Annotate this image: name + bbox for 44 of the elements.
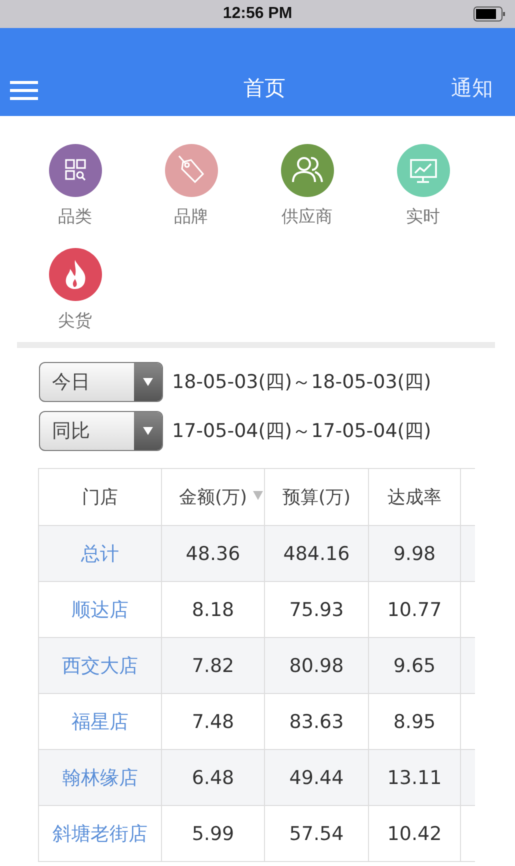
table-cell: 6.48 — [162, 750, 264, 806]
shortcut-button[interactable]: 实时 — [365, 144, 481, 228]
column-header[interactable]: 门店 — [38, 468, 162, 526]
table-cell: 9.65 — [368, 638, 460, 694]
menu-icon[interactable] — [10, 80, 38, 102]
table-cell: 48.36 — [162, 526, 264, 582]
shortcut-button[interactable]: 品牌 — [133, 144, 249, 228]
table-cell: 10.42 — [368, 806, 460, 862]
table-cell: 83.63 — [264, 694, 368, 750]
table-cell: 484.16 — [264, 526, 368, 582]
table-cell: 57.54 — [264, 806, 368, 862]
status-time: 12:56 PM — [222, 5, 292, 23]
column-header[interactable]: 金额(万) — [162, 468, 264, 526]
store-link[interactable]: 顺达店 — [38, 582, 162, 638]
caret-icon — [143, 378, 153, 386]
table-cell: 7.82 — [162, 638, 264, 694]
table-cell: 8.18 — [162, 582, 264, 638]
table-cell: 80.98 — [264, 638, 368, 694]
table-cell: 5.99 — [162, 806, 264, 862]
date-range: 17-05-04(四)～17-05-04(四) — [172, 419, 432, 444]
page-title: 首页 — [244, 75, 286, 102]
date-range: 18-05-03(四)～18-05-03(四) — [172, 370, 432, 395]
table-cell: 10.77 — [368, 582, 460, 638]
table-cell: 13.11 — [368, 750, 460, 806]
store-link[interactable]: 翰林缘店 — [38, 750, 162, 806]
shortcut-button[interactable]: 品类 — [17, 144, 133, 228]
notification-button[interactable]: 通知 — [451, 74, 493, 102]
period-dropdown[interactable]: 今日 — [39, 362, 163, 402]
column-header[interactable]: 达成率 — [368, 468, 460, 526]
table-cell: 9.98 — [368, 526, 460, 582]
store-link[interactable]: 福星店 — [38, 694, 162, 750]
store-link[interactable]: 斜塘老街店 — [38, 806, 162, 862]
battery-icon — [473, 6, 507, 22]
store-link[interactable]: 总计 — [38, 526, 162, 582]
column-header[interactable]: 预算(万) — [264, 468, 368, 526]
caret-icon — [143, 427, 153, 435]
table-cell: 8.95 — [368, 694, 460, 750]
shortcut-button[interactable]: 尖货 — [17, 248, 133, 332]
period-dropdown[interactable]: 同比 — [39, 411, 163, 451]
table-cell: 7.48 — [162, 694, 264, 750]
table-cell: 75.93 — [264, 582, 368, 638]
shortcut-button[interactable]: 供应商 — [249, 144, 365, 228]
store-link[interactable]: 西交大店 — [38, 638, 162, 694]
table-cell: 49.44 — [264, 750, 368, 806]
